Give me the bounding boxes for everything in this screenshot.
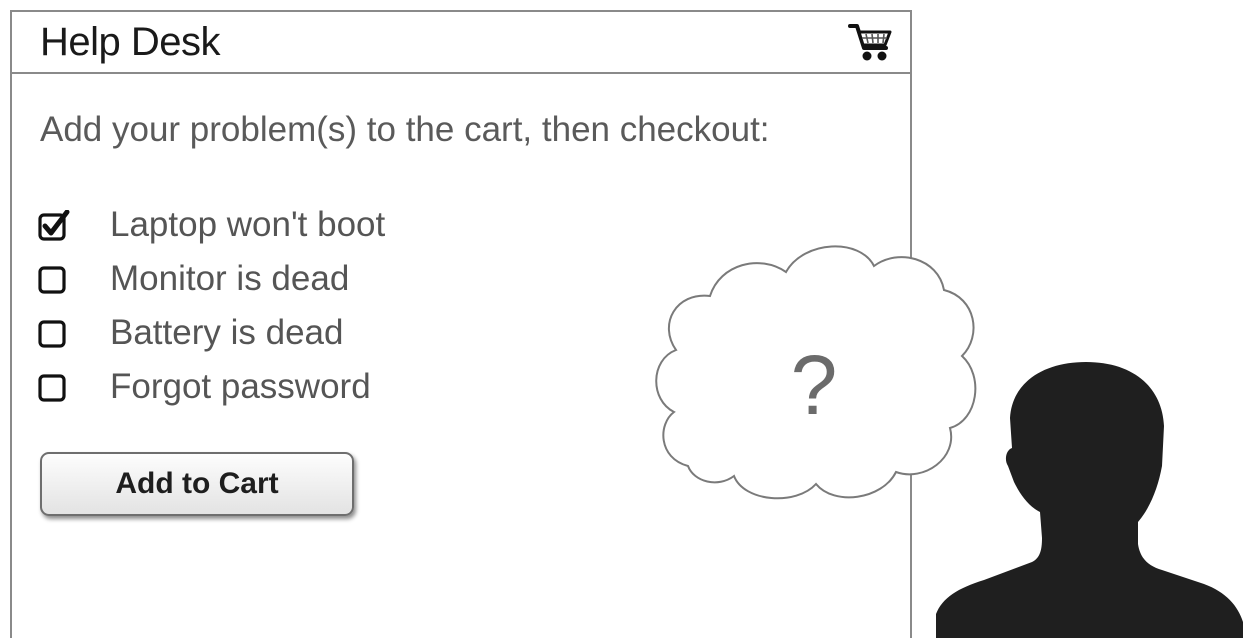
problem-item[interactable]: Monitor is dead	[38, 252, 385, 306]
thought-cloud: ?	[655, 245, 977, 500]
person-silhouette-icon	[936, 362, 1243, 638]
checkbox-unchecked[interactable]	[38, 264, 68, 294]
title-bar: Help Desk	[12, 12, 910, 74]
window-title: Help Desk	[40, 20, 221, 64]
problem-item[interactable]: Battery is dead	[38, 306, 385, 360]
instructions-text: Add your problem(s) to the cart, then ch…	[40, 110, 770, 149]
problem-label: Battery is dead	[110, 313, 344, 352]
problem-label: Laptop won't boot	[110, 205, 386, 244]
stage: Help Desk Add your problem(s) to the car…	[0, 0, 1243, 638]
problem-label: Monitor is dead	[110, 259, 350, 298]
question-mark: ?	[791, 338, 838, 432]
problem-item[interactable]: Laptop won't boot	[38, 198, 385, 252]
shopping-cart-icon[interactable]	[848, 22, 894, 64]
problem-item[interactable]: Forgot password	[38, 360, 385, 414]
problem-label: Forgot password	[110, 367, 371, 406]
checkbox-unchecked[interactable]	[38, 372, 68, 402]
problem-list: Laptop won't boot Monitor is dead Batter…	[38, 198, 385, 414]
add-to-cart-button[interactable]: Add to Cart	[40, 452, 354, 516]
checkbox-checked[interactable]	[38, 210, 70, 241]
checkbox-unchecked[interactable]	[38, 318, 68, 348]
